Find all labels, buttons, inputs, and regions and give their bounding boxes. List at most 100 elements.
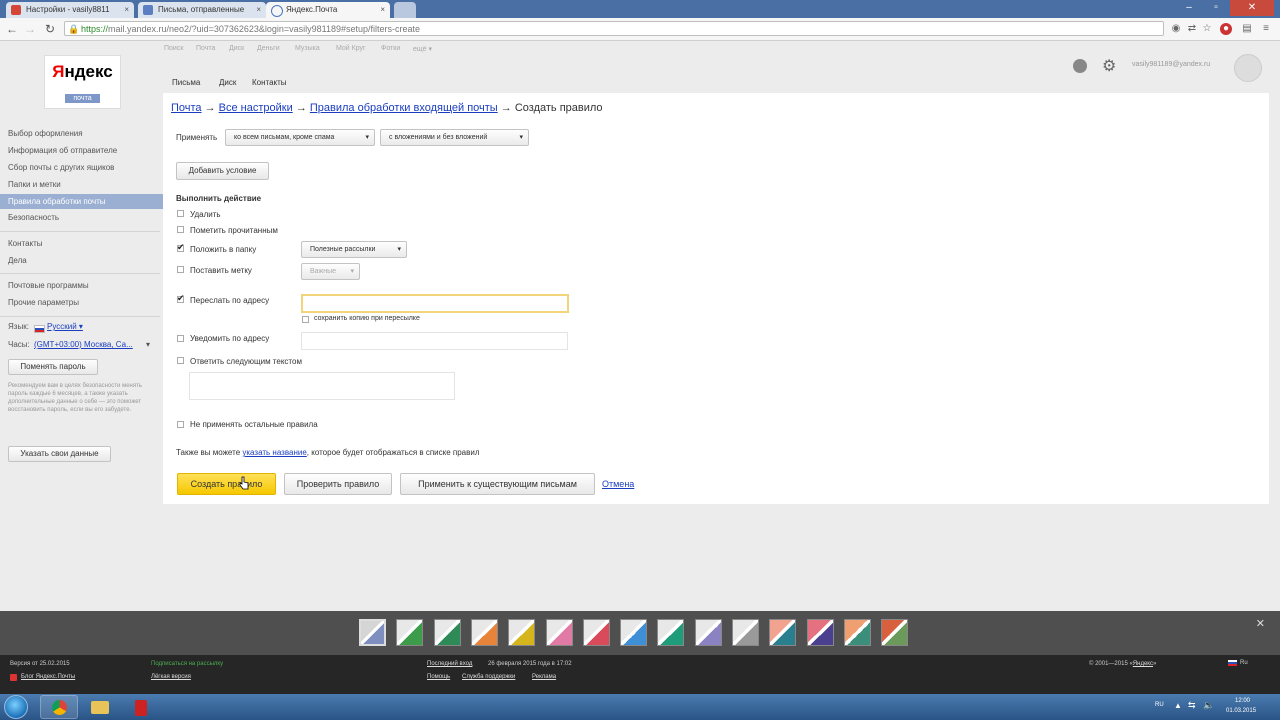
tray-volume-icon[interactable]: 🔈 bbox=[1203, 700, 1214, 711]
service-link-disk[interactable]: Диск bbox=[229, 45, 244, 52]
yandex-mail-logo[interactable]: Яндекс почта bbox=[44, 55, 121, 109]
service-link-music[interactable]: Музыка bbox=[295, 45, 320, 52]
notify-address-input[interactable] bbox=[301, 332, 568, 350]
theme-icon[interactable] bbox=[1073, 59, 1087, 73]
translate-icon[interactable]: ⇄ bbox=[1186, 23, 1198, 35]
no-other-rules-checkbox[interactable] bbox=[177, 421, 184, 428]
footer-yandex-link[interactable]: Яндекс bbox=[1133, 661, 1153, 667]
close-icon[interactable]: ✕ bbox=[1256, 617, 1265, 630]
theme-swatch[interactable] bbox=[732, 619, 759, 646]
create-rule-button[interactable]: Создать правило bbox=[177, 473, 276, 495]
theme-swatch[interactable] bbox=[471, 619, 498, 646]
notify-checkbox[interactable] bbox=[177, 335, 184, 342]
move-to-folder-checkbox[interactable] bbox=[177, 242, 185, 253]
theme-swatch[interactable] bbox=[620, 619, 647, 646]
maximize-icon[interactable]: ▫ bbox=[1203, 0, 1229, 16]
theme-swatch[interactable] bbox=[546, 619, 573, 646]
tray-date[interactable]: 01.03.2015 bbox=[1226, 708, 1256, 714]
sidebar-item-collect-mail[interactable]: Сбор почты с других ящиков bbox=[8, 163, 114, 172]
tray-network-icon[interactable]: ⇆ bbox=[1188, 700, 1196, 711]
theme-swatch[interactable] bbox=[508, 619, 535, 646]
specify-data-button[interactable]: Указать свои данные bbox=[8, 446, 111, 462]
sidebar-item-todo[interactable]: Дела bbox=[8, 256, 27, 265]
service-link-photos[interactable]: Фотки bbox=[381, 45, 400, 52]
taskbar-chrome-button[interactable] bbox=[40, 695, 78, 719]
service-link-moikrug[interactable]: Мой Круг bbox=[336, 45, 366, 52]
service-link-money[interactable]: Деньги bbox=[257, 45, 280, 52]
menu-icon[interactable]: ≡ bbox=[1260, 23, 1272, 35]
footer-support-link[interactable]: Служба поддержки bbox=[462, 674, 515, 680]
specify-name-link[interactable]: указать название bbox=[242, 448, 306, 457]
keep-copy-checkbox[interactable] bbox=[302, 316, 309, 323]
set-label-checkbox[interactable] bbox=[177, 266, 184, 273]
footer-language[interactable]: Ru bbox=[1240, 660, 1248, 666]
windows-start-icon[interactable] bbox=[4, 695, 28, 719]
sidebar-item-theme[interactable]: Выбор оформления bbox=[8, 129, 83, 138]
theme-swatch[interactable] bbox=[396, 619, 423, 646]
theme-swatch[interactable] bbox=[881, 619, 908, 646]
sidebar-item-security[interactable]: Безопасность bbox=[8, 213, 59, 222]
user-email[interactable]: vasily981189@yandex.ru bbox=[1132, 61, 1210, 68]
cancel-link[interactable]: Отмена bbox=[602, 479, 634, 489]
footer-light-version-link[interactable]: Лёгкая версия bbox=[151, 674, 191, 680]
gear-icon[interactable]: ⚙ bbox=[1102, 56, 1116, 76]
forward-address-input[interactable] bbox=[301, 294, 569, 313]
theme-swatch[interactable] bbox=[844, 619, 871, 646]
sidebar-item-mail-programs[interactable]: Почтовые программы bbox=[8, 281, 89, 290]
apply-scope-dropdown[interactable]: ко всем письмам, кроме спама ▾ bbox=[225, 129, 375, 146]
browser-tab-sent[interactable]: Письма, отправленные × bbox=[138, 2, 266, 18]
footer-ads-link[interactable]: Реклама bbox=[532, 674, 556, 680]
mark-read-checkbox[interactable] bbox=[177, 226, 184, 233]
nav-link-contacts[interactable]: Контакты bbox=[252, 78, 287, 87]
service-link-more[interactable]: ещё ▾ bbox=[413, 45, 432, 53]
sidebar-item-other[interactable]: Прочие параметры bbox=[8, 298, 79, 307]
language-select[interactable]: Русский ▾ bbox=[47, 322, 83, 331]
footer-subscribe-link[interactable]: Подписаться на рассылку bbox=[151, 661, 223, 667]
forward-icon[interactable]: → bbox=[22, 21, 38, 37]
footer-help-link[interactable]: Помощь bbox=[427, 674, 450, 680]
theme-swatch[interactable] bbox=[583, 619, 610, 646]
folder-dropdown[interactable]: Полезные рассылки ▾ bbox=[301, 241, 407, 258]
close-icon[interactable]: × bbox=[124, 2, 129, 18]
sidebar-item-contacts[interactable]: Контакты bbox=[8, 239, 43, 248]
location-icon[interactable]: ◉ bbox=[1170, 23, 1182, 35]
new-tab-button[interactable] bbox=[394, 2, 416, 18]
window-close-icon[interactable]: ✕ bbox=[1230, 0, 1274, 16]
nav-link-disk[interactable]: Диск bbox=[219, 78, 236, 87]
tray-language[interactable]: RU bbox=[1155, 702, 1164, 708]
back-icon[interactable]: ← bbox=[4, 21, 20, 37]
breadcrumb-mail[interactable]: Почта bbox=[171, 102, 202, 114]
avatar[interactable] bbox=[1234, 54, 1262, 82]
reply-text-input[interactable] bbox=[189, 372, 455, 400]
check-rule-button[interactable]: Проверить правило bbox=[284, 473, 392, 495]
change-password-button[interactable]: Поменять пароль bbox=[8, 359, 98, 375]
nav-link-letters[interactable]: Письма bbox=[172, 78, 200, 87]
close-icon[interactable]: × bbox=[380, 2, 385, 18]
delete-checkbox[interactable] bbox=[177, 210, 184, 217]
theme-swatch[interactable] bbox=[807, 619, 834, 646]
timezone-select[interactable]: (GMT+03:00) Москва, Са... bbox=[34, 340, 133, 349]
reload-icon[interactable]: ↻ bbox=[42, 21, 58, 37]
sidebar-item-sender-info[interactable]: Информация об отправителе bbox=[8, 146, 117, 155]
minimize-icon[interactable]: – bbox=[1176, 0, 1202, 16]
theme-swatch[interactable] bbox=[695, 619, 722, 646]
apply-existing-button[interactable]: Применить к существующим письмам bbox=[400, 473, 595, 495]
sidebar-item-folders[interactable]: Папки и метки bbox=[8, 180, 61, 189]
tray-arrow-icon[interactable]: ▲ bbox=[1174, 701, 1182, 710]
service-link-search[interactable]: Поиск bbox=[164, 45, 183, 52]
add-condition-button[interactable]: Добавить условие bbox=[176, 162, 269, 180]
bookmark-star-icon[interactable]: ☆ bbox=[1201, 23, 1213, 35]
breadcrumb-all-settings[interactable]: Все настройки bbox=[219, 102, 293, 114]
theme-swatch[interactable] bbox=[434, 619, 461, 646]
reply-checkbox[interactable] bbox=[177, 357, 184, 364]
theme-swatch[interactable] bbox=[769, 619, 796, 646]
attachments-dropdown[interactable]: с вложениями и без вложений ▾ bbox=[380, 129, 529, 146]
sidebar-item-rules[interactable]: Правила обработки почты bbox=[0, 194, 168, 209]
service-link-mail[interactable]: Почта bbox=[196, 45, 215, 52]
forward-checkbox[interactable] bbox=[177, 293, 185, 304]
theme-swatch[interactable] bbox=[359, 619, 386, 646]
browser-tab-settings[interactable]: Настройки - vasily8811 × bbox=[6, 2, 134, 18]
taskbar-explorer-button[interactable] bbox=[80, 695, 118, 719]
adblock-icon[interactable]: ● bbox=[1220, 23, 1232, 35]
tray-time[interactable]: 12:00 bbox=[1235, 698, 1250, 704]
